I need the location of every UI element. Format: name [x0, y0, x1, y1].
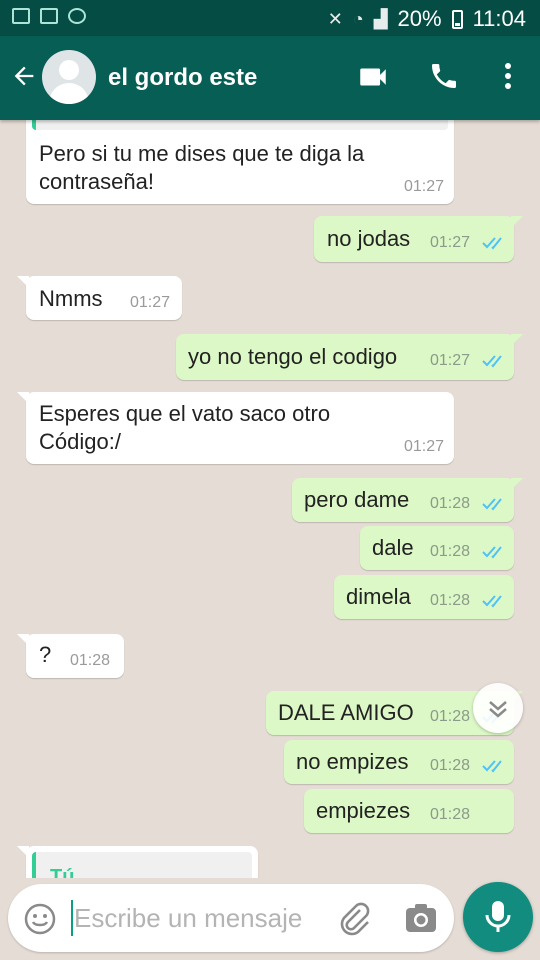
message-outgoing[interactable]: yo no tengo el codigo 01:27	[176, 334, 523, 380]
message-incoming[interactable]: Nmms 01:27	[17, 276, 182, 320]
message-time: 01:28	[70, 652, 111, 669]
scroll-to-bottom-button[interactable]	[473, 683, 523, 733]
double-check-icon	[482, 498, 502, 511]
message-time: 01:28	[430, 708, 471, 725]
message-incoming[interactable]: Pero si tu me dises que te diga la contr…	[26, 120, 454, 204]
message-outgoing[interactable]: dale 01:28	[360, 526, 514, 570]
message-time: 01:28	[430, 806, 471, 823]
arrow-left-icon[interactable]	[10, 62, 38, 90]
double-check-icon	[482, 595, 502, 608]
message-outgoing[interactable]: dimela 01:28	[334, 575, 514, 619]
message-composer[interactable]: Escribe un mensaje	[8, 884, 454, 952]
status-bar: ✕ ◔ ▟ 20% 11:04	[0, 0, 540, 36]
battery-percent: 20%	[397, 6, 442, 31]
avatar[interactable]	[42, 50, 96, 104]
message-text: Pero si tu me dises que te diga la contr…	[39, 141, 365, 194]
mute-icon: ✕	[327, 8, 343, 29]
clock: 11:04	[472, 6, 526, 31]
phone-icon[interactable]	[428, 60, 460, 92]
message-time: 01:27	[403, 438, 444, 455]
paperclip-icon[interactable]	[336, 900, 372, 936]
message-time: 01:28	[430, 495, 471, 512]
message-text: dale	[372, 535, 414, 560]
mic-button[interactable]	[463, 882, 533, 952]
gallery-notification-icon	[12, 8, 30, 24]
message-input[interactable]: Escribe un mensaje	[74, 903, 302, 934]
message-text: yo no tengo el codigo	[188, 344, 398, 369]
status-notification-icons	[12, 8, 86, 24]
message-text: ?	[39, 642, 52, 667]
camera-icon[interactable]	[404, 902, 438, 934]
message-outgoing[interactable]: empiezes 01:28	[304, 789, 514, 833]
double-check-icon	[482, 760, 502, 773]
double-check-icon	[482, 546, 502, 559]
message-text: no empizes	[296, 749, 409, 774]
quoted-author: Tú	[50, 866, 75, 878]
signal-icon: ▟	[373, 8, 388, 29]
message-time: 01:27	[403, 178, 444, 195]
message-text: empiezes	[316, 798, 411, 823]
battery-icon	[451, 9, 463, 29]
message-text: Esperes que el vato saco otro Código:/	[39, 401, 331, 454]
message-outgoing[interactable]: no jodas 01:27	[314, 216, 523, 262]
quoted-message[interactable]: Tú	[32, 852, 252, 878]
contact-name[interactable]: el gordo este	[108, 64, 257, 92]
youtube-notification-icon	[40, 8, 58, 24]
video-camera-icon[interactable]	[356, 60, 390, 94]
emoji-icon[interactable]	[23, 902, 57, 936]
chat-header: el gordo este	[0, 36, 540, 120]
quoted-message[interactable]	[32, 120, 448, 130]
message-time: 01:27	[430, 234, 471, 251]
message-time: 01:28	[430, 592, 471, 609]
message-text: Nmms	[39, 286, 103, 311]
text-caret	[71, 900, 73, 936]
message-time: 01:28	[430, 757, 471, 774]
double-check-icon	[482, 355, 502, 368]
message-text: dimela	[346, 584, 411, 609]
message-text: pero dame	[304, 487, 410, 512]
double-chevron-down-icon	[489, 701, 507, 718]
message-text: DALE AMIGO	[278, 700, 414, 725]
microphone-icon	[485, 901, 511, 932]
app-notification-icon	[68, 8, 86, 24]
reply-preview-message[interactable]: Tú	[17, 846, 258, 878]
double-check-icon	[482, 237, 502, 250]
message-time: 01:27	[430, 352, 471, 369]
message-list[interactable]: Pero si tu me dises que te diga la contr…	[0, 120, 540, 878]
message-text: no jodas	[327, 226, 411, 251]
message-incoming[interactable]: Esperes que el vato saco otro Código:/ 0…	[17, 392, 454, 464]
message-outgoing[interactable]: no empizes 01:28	[284, 740, 514, 784]
message-outgoing[interactable]: pero dame 01:28	[292, 478, 523, 522]
more-vertical-icon[interactable]	[496, 60, 520, 92]
wifi-icon: ◔	[352, 8, 364, 29]
message-incoming[interactable]: ? 01:28	[17, 634, 124, 678]
message-time: 01:27	[130, 294, 171, 311]
message-time: 01:28	[430, 543, 471, 560]
